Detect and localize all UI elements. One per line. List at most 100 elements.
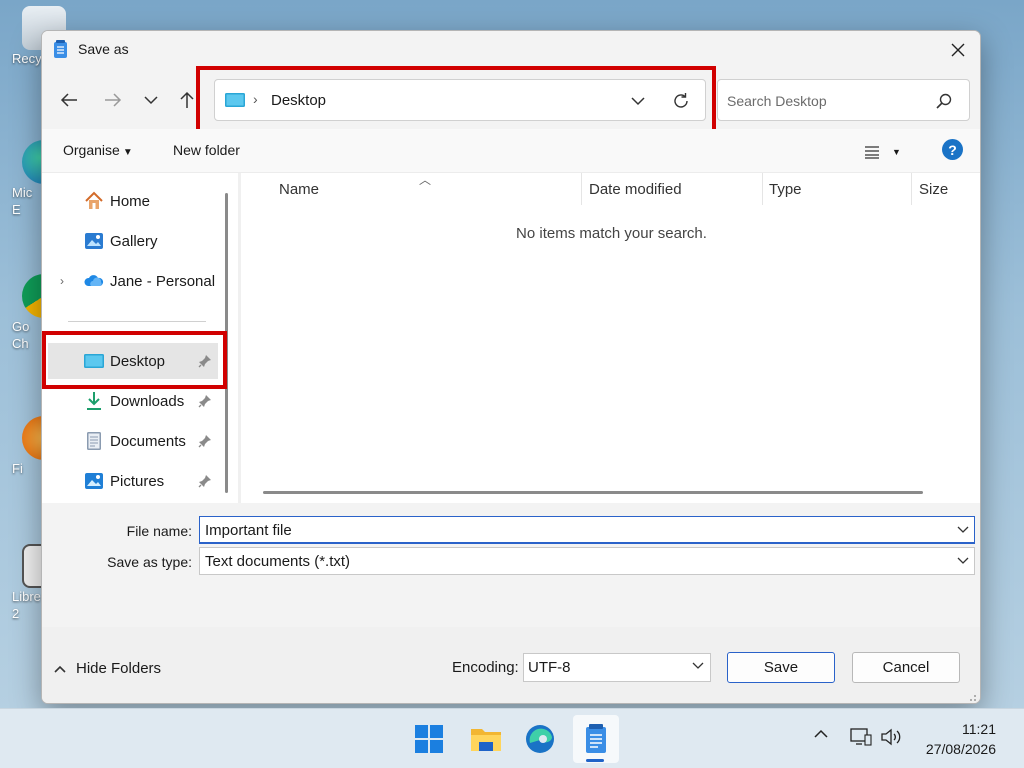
taskbar: 11:21 27/08/2026 [0, 708, 1024, 768]
cancel-button[interactable]: Cancel [852, 652, 960, 683]
column-separator[interactable] [581, 173, 582, 205]
nav-item-label: Downloads [110, 392, 185, 410]
nav-item-gallery[interactable]: Gallery [42, 223, 232, 259]
nav-item-desktop[interactable]: Desktop [48, 343, 218, 379]
hide-folders-label: Hide Folders [76, 660, 162, 677]
search-box[interactable] [717, 79, 970, 121]
file-name-input[interactable] [205, 522, 905, 539]
back-arrow-icon [60, 93, 77, 107]
chevron-down-icon [144, 96, 158, 105]
address-bar[interactable]: › Desktop [214, 79, 706, 121]
file-name-combobox[interactable] [199, 516, 975, 544]
taskbar-file-explorer[interactable] [468, 721, 504, 757]
home-icon [85, 191, 103, 209]
pin-icon[interactable] [198, 394, 212, 408]
forward-button[interactable] [98, 85, 128, 115]
column-header-name[interactable]: Name [279, 181, 319, 198]
nav-item-label: Desktop [110, 352, 166, 370]
navigation-bar: › Desktop [42, 69, 980, 129]
save-button[interactable]: Save [727, 652, 835, 683]
encoding-label: Encoding: [452, 659, 519, 676]
chevron-down-icon [631, 96, 645, 105]
search-icon[interactable] [935, 92, 953, 110]
column-header-type[interactable]: Type [769, 181, 802, 198]
view-options-button[interactable]: ▼ [864, 141, 908, 163]
edge-icon [526, 725, 554, 753]
up-arrow-icon [180, 91, 194, 108]
nav-item-label: Documents [110, 432, 186, 450]
nav-item-label: Jane - Personal [110, 272, 216, 290]
chevron-down-icon[interactable] [956, 554, 970, 568]
nav-item-home[interactable]: Home [42, 183, 232, 219]
encoding-select[interactable]: UTF-8 [523, 653, 711, 682]
taskbar-notepad[interactable] [573, 715, 619, 763]
address-history-button[interactable] [627, 90, 649, 112]
title-bar: Save as [42, 31, 980, 69]
up-button[interactable] [172, 85, 202, 115]
resize-grip-icon[interactable] [967, 692, 977, 702]
clock-time: 11:21 [962, 721, 996, 737]
column-separator[interactable] [911, 173, 912, 205]
caret-down-icon: ▼ [122, 147, 133, 158]
dialog-footer: Hide Folders Encoding: UTF-8 Save Cancel [42, 627, 980, 703]
nav-item-onedrive[interactable]: › Jane - Personal [42, 263, 232, 299]
nav-item-label: Gallery [110, 232, 158, 250]
new-folder-button[interactable]: New folder [173, 142, 240, 158]
refresh-button[interactable] [669, 89, 693, 113]
notepad-icon [54, 40, 67, 58]
chevron-down-icon [692, 662, 704, 669]
chevron-up-icon [814, 729, 828, 738]
start-button[interactable] [411, 721, 447, 757]
save-as-type-value: Text documents (*.txt) [205, 553, 351, 570]
navigation-pane: Home Gallery › Jane - Personal Desktop D… [42, 173, 238, 503]
nav-item-documents[interactable]: Documents [42, 423, 232, 459]
gallery-icon [85, 233, 103, 249]
hide-folders-button[interactable]: Hide Folders [54, 660, 161, 677]
column-separator[interactable] [762, 173, 763, 205]
column-header-size[interactable]: Size [919, 181, 948, 198]
pictures-icon [85, 473, 103, 489]
downloads-icon [87, 392, 101, 410]
network-status[interactable] [850, 727, 872, 747]
forward-arrow-icon [105, 93, 122, 107]
nav-item-pictures[interactable]: Pictures [42, 463, 232, 499]
nav-item-downloads[interactable]: Downloads [42, 383, 232, 419]
list-view-icon [865, 146, 879, 159]
pin-icon[interactable] [198, 354, 212, 368]
pin-icon[interactable] [198, 434, 212, 448]
nav-scrollbar[interactable] [225, 193, 228, 493]
chevron-right-icon[interactable]: › [60, 274, 64, 288]
network-icon [850, 728, 872, 746]
close-button[interactable] [944, 36, 972, 64]
volume-control[interactable] [880, 727, 904, 747]
breadcrumb-separator: › [253, 91, 258, 107]
start-icon [415, 725, 443, 753]
recent-locations-button[interactable] [136, 85, 166, 115]
empty-folder-message: No items match your search. [516, 225, 707, 242]
back-button[interactable] [54, 85, 84, 115]
save-as-type-select[interactable]: Text documents (*.txt) [199, 547, 975, 575]
taskbar-edge[interactable] [522, 721, 558, 757]
search-input[interactable] [727, 90, 927, 112]
horizontal-scrollbar[interactable] [263, 491, 923, 494]
pin-icon[interactable] [198, 474, 212, 488]
notepad-icon [586, 724, 606, 753]
column-header-date-modified[interactable]: Date modified [589, 181, 682, 198]
file-list: ︿ Name Date modified Type Size No items … [241, 173, 980, 503]
file-explorer-icon [471, 729, 501, 751]
command-toolbar: Organise ▼ New folder ▼ ? [42, 129, 980, 173]
caret-down-icon: ▼ [892, 147, 901, 157]
tray-overflow-button[interactable] [814, 729, 828, 738]
nav-item-label: Home [110, 192, 151, 210]
organise-menu[interactable]: Organise ▼ [63, 142, 133, 158]
breadcrumb-desktop[interactable]: Desktop [271, 92, 326, 109]
chevron-up-icon [54, 665, 66, 673]
clock-date: 27/08/2026 [925, 741, 996, 757]
save-as-type-label: Save as type: [107, 554, 192, 570]
volume-icon [881, 728, 901, 746]
save-options-section: File name: Save as type: Text documents … [42, 503, 980, 627]
nav-item-label: Pictures [110, 472, 165, 490]
help-button[interactable]: ? [942, 139, 963, 160]
clock[interactable]: 11:21 27/08/2026 [916, 719, 996, 759]
chevron-down-icon[interactable] [956, 523, 970, 537]
